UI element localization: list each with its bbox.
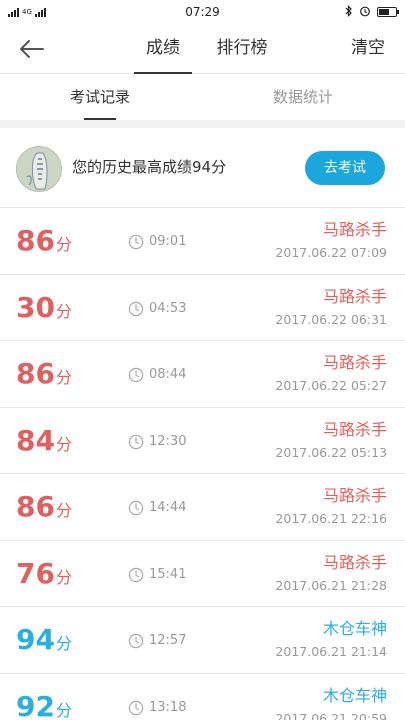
score-unit: 分	[55, 700, 72, 720]
score-unit: 分	[55, 235, 72, 254]
network-type: 4G	[22, 8, 32, 16]
go-exam-button[interactable]: 去考试	[305, 151, 385, 185]
clock-icon	[128, 700, 144, 715]
clock-icon	[128, 301, 144, 316]
best-score-card: 您的历史最高成绩94分 去考试	[0, 128, 405, 208]
record-score: 86分	[16, 490, 72, 528]
record-datetime: 2017.06.21 21:28	[275, 577, 387, 593]
record-score: 86分	[16, 224, 72, 262]
tab-scores[interactable]: 成绩	[134, 24, 192, 74]
signal-icon-2	[34, 7, 46, 17]
signal-indicators: 4G	[8, 7, 46, 17]
back-arrow-icon	[20, 40, 44, 58]
record-duration: 08:44	[149, 367, 187, 382]
record-row[interactable]: 30分 04:53 马路杀手 2017.06.22 06:31	[0, 275, 405, 341]
alarm-icon	[359, 5, 371, 20]
tab-leaderboard[interactable]: 排行榜	[210, 24, 274, 74]
record-score: 84分	[16, 424, 72, 462]
record-player-name: 马路杀手	[322, 486, 387, 505]
record-player-name: 马路杀手	[322, 419, 387, 439]
score-unit: 分	[55, 634, 72, 653]
score-unit: 分	[55, 368, 72, 387]
record-row[interactable]: 84分 12:30 马路杀手 2017.06.22 05:13	[0, 408, 405, 474]
record-score: 30分	[16, 291, 72, 329]
clock-icon	[128, 367, 144, 383]
record-score: 76分	[16, 557, 72, 595]
status-icons	[345, 4, 399, 20]
score-unit: 分	[55, 567, 72, 587]
battery-icon	[377, 7, 399, 17]
record-duration: 15:41	[149, 566, 187, 582]
score-value: 86	[16, 490, 55, 523]
score-unit: 分	[55, 301, 72, 321]
clear-button[interactable]: 清空	[351, 24, 385, 74]
score-value: 86	[16, 357, 55, 390]
record-row[interactable]: 86分 08:44 马路杀手 2017.06.22 05:27	[0, 341, 405, 408]
record-score: 94分	[16, 623, 72, 661]
clock-icon	[128, 633, 144, 649]
score-value: 86	[16, 224, 55, 257]
record-duration: 14:44	[149, 500, 187, 515]
record-datetime: 2017.06.22 07:09	[275, 245, 387, 260]
score-unit: 分	[55, 434, 72, 454]
score-unit: 分	[55, 501, 72, 520]
score-value: 76	[16, 556, 55, 590]
record-duration: 13:18	[149, 699, 187, 715]
record-player-name: 木仓车神	[322, 685, 387, 705]
best-score-text: 您的历史最高成绩94分	[72, 158, 227, 176]
record-datetime: 2017.06.21 20:59	[275, 710, 387, 720]
bluetooth-icon	[345, 4, 353, 20]
signal-icon	[8, 7, 19, 17]
section-divider	[0, 120, 405, 128]
record-duration: 09:01	[149, 234, 187, 249]
record-datetime: 2017.06.21 21:14	[275, 644, 387, 659]
exam-records-list: 86分 09:01 马路杀手 2017.06.22 07:09 30分 04:5…	[0, 208, 405, 720]
record-datetime: 2017.06.22 05:27	[275, 378, 387, 393]
subtab-exam-records-label: 考试记录	[69, 88, 130, 106]
record-row[interactable]: 86分 09:01 马路杀手 2017.06.22 07:09	[0, 208, 405, 275]
clock-icon	[128, 500, 144, 516]
record-duration: 04:53	[149, 300, 187, 316]
status-bar: 4G 07:29	[0, 0, 405, 24]
record-player-name: 木仓车神	[322, 619, 387, 638]
record-player-name: 马路杀手	[322, 552, 387, 572]
record-score: 92分	[16, 690, 72, 720]
avatar[interactable]	[16, 146, 62, 192]
score-value: 92	[16, 689, 55, 720]
record-row[interactable]: 92分 13:18 木仓车神 2017.06.21 20:59	[0, 674, 405, 720]
record-row[interactable]: 86分 14:44 马路杀手 2017.06.21 22:16	[0, 474, 405, 541]
record-player-name: 马路杀手	[322, 286, 387, 306]
record-datetime: 2017.06.22 05:13	[275, 444, 387, 460]
record-row[interactable]: 76分 15:41 马路杀手 2017.06.21 21:28	[0, 541, 405, 607]
clock-icon	[128, 434, 144, 449]
record-player-name: 马路杀手	[322, 353, 387, 372]
sub-tabs: 考试记录 数据统计	[0, 75, 405, 120]
subtab-statistics[interactable]: 数据统计	[243, 75, 363, 120]
top-navbar: 成绩 排行榜 清空	[0, 24, 405, 74]
clock-icon	[128, 234, 144, 250]
record-duration: 12:57	[149, 633, 187, 648]
record-duration: 12:30	[149, 433, 187, 449]
score-value: 84	[16, 423, 55, 457]
clock-icon	[128, 567, 144, 582]
record-datetime: 2017.06.21 22:16	[275, 511, 387, 526]
record-score: 86分	[16, 357, 72, 395]
back-button[interactable]	[18, 34, 52, 64]
record-datetime: 2017.06.22 06:31	[275, 311, 387, 327]
subtab-exam-records[interactable]: 考试记录	[40, 75, 160, 120]
score-value: 94	[16, 623, 55, 656]
score-value: 30	[16, 290, 55, 324]
record-row[interactable]: 94分 12:57 木仓车神 2017.06.21 21:14	[0, 607, 405, 674]
record-player-name: 马路杀手	[322, 220, 387, 239]
